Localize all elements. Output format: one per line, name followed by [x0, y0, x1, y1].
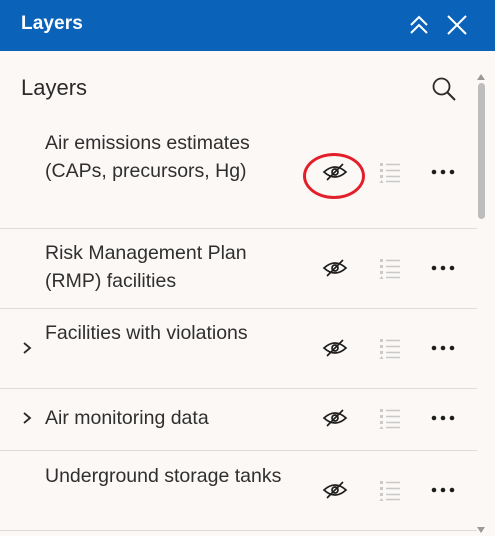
scroll-up-icon[interactable] [474, 73, 488, 83]
visibility-toggle-button[interactable] [320, 253, 350, 283]
chevron-double-up-icon [410, 15, 428, 34]
legend-button[interactable] [375, 157, 405, 187]
layer-label: Underground storage tanks [45, 465, 282, 487]
search-button[interactable] [428, 73, 460, 105]
chevron-right-icon [23, 342, 32, 354]
ellipsis-icon [431, 415, 455, 421]
layer-row-air-emissions[interactable]: Air emissions estimates (CAPs, precursor… [0, 121, 477, 229]
more-options-button[interactable] [428, 403, 458, 433]
legend-button[interactable] [375, 253, 405, 283]
layer-row-facilities-violations[interactable]: Facilities with violations [0, 309, 477, 389]
panel-header: Layers [0, 0, 495, 51]
legend-button[interactable] [375, 333, 405, 363]
search-icon [432, 77, 456, 101]
legend-list-icon [379, 339, 400, 359]
layer-label: Facilities with violations [45, 322, 248, 344]
close-button[interactable] [442, 10, 472, 40]
ellipsis-icon [431, 169, 455, 175]
layer-row-underground-tanks[interactable]: Underground storage tanks [0, 451, 477, 531]
visibility-toggle-button[interactable] [320, 157, 350, 187]
eye-hidden-icon [322, 339, 348, 357]
more-options-button[interactable] [428, 475, 458, 505]
more-options-button[interactable] [428, 333, 458, 363]
ellipsis-icon [431, 487, 455, 493]
eye-hidden-icon [322, 481, 348, 499]
scrollbar-thumb[interactable] [478, 83, 485, 219]
layer-label: Risk Management Plan (RMP) facilities [45, 242, 247, 292]
chevron-right-icon [23, 412, 32, 424]
legend-button[interactable] [375, 403, 405, 433]
collapse-button[interactable] [404, 10, 434, 40]
layer-label: Air emissions estimates (CAPs, precursor… [45, 132, 250, 182]
layer-label: Air monitoring data [45, 407, 209, 429]
eye-hidden-icon [322, 409, 348, 427]
layer-row-rmp-facilities[interactable]: Risk Management Plan (RMP) facilities [0, 229, 477, 309]
expand-layer-button[interactable] [20, 411, 34, 425]
legend-button[interactable] [375, 475, 405, 505]
eye-hidden-icon [322, 163, 348, 181]
more-options-button[interactable] [428, 253, 458, 283]
legend-list-icon [379, 259, 400, 279]
more-options-button[interactable] [428, 157, 458, 187]
visibility-toggle-button[interactable] [320, 475, 350, 505]
expand-layer-button[interactable] [20, 341, 34, 355]
layers-panel: Layers Air emissions estimates (CAPs, pr… [0, 51, 495, 536]
layer-row-air-monitoring[interactable]: Air monitoring data [0, 389, 477, 451]
header-title: Layers [21, 13, 83, 34]
legend-list-icon [379, 481, 400, 501]
legend-list-icon [379, 163, 400, 183]
visibility-toggle-button[interactable] [320, 403, 350, 433]
eye-hidden-icon [322, 259, 348, 277]
panel-title: Layers [21, 75, 88, 100]
visibility-toggle-button[interactable] [320, 333, 350, 363]
legend-list-icon [379, 409, 400, 429]
close-icon [447, 15, 467, 35]
ellipsis-icon [431, 345, 455, 351]
ellipsis-icon [431, 265, 455, 271]
